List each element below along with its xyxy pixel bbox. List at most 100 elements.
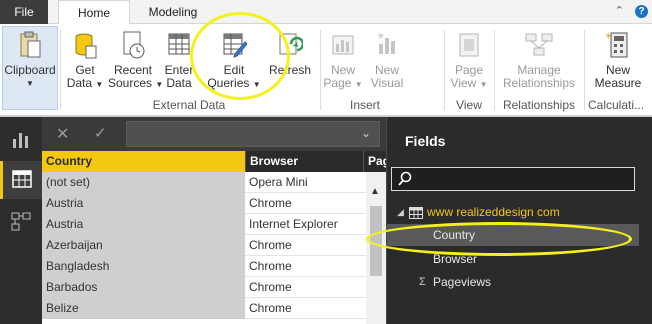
file-menu[interactable]: File	[0, 0, 48, 24]
table-row: Barbados Chrome	[42, 277, 386, 298]
chevron-down-icon: ▼	[252, 80, 261, 89]
collapse-ribbon-icon[interactable]: ⌃	[615, 5, 624, 17]
fields-title: Fields	[405, 133, 446, 149]
bar-chart-icon	[13, 133, 28, 148]
page-view-label-2: View	[450, 76, 477, 90]
scroll-up-icon[interactable]: ▲	[370, 186, 380, 197]
window-controls: ⌃ ?	[607, 4, 648, 18]
group-label-view: View	[456, 98, 482, 112]
table-grid-icon	[168, 33, 190, 55]
cell-browser[interactable]: Chrome	[245, 193, 363, 214]
column-header-browser[interactable]: Browser	[245, 151, 363, 172]
relationships-icon	[525, 33, 553, 56]
power-bi-window: File Home Modeling ⌃ ? Clipboard ▼ Get D…	[0, 0, 652, 324]
cell-browser[interactable]: Internet Explorer	[245, 214, 363, 235]
table-row: Belize Chrome	[42, 298, 386, 319]
cell-country[interactable]: Bangladesh	[42, 256, 245, 277]
tab-home[interactable]: Home	[58, 0, 130, 25]
refresh-button[interactable]: Refresh	[266, 28, 314, 98]
field-item-browser[interactable]: Browser	[387, 248, 639, 270]
recent-sources-label-2-wrap: Sources ▼	[108, 77, 163, 91]
cell-country[interactable]: Austria	[42, 214, 245, 235]
page-view-label-2-wrap: View ▼	[448, 77, 490, 91]
ribbon-separator	[444, 30, 445, 110]
new-measure-button[interactable]: ✳ New Measure	[588, 28, 648, 98]
clipboard-button-content[interactable]: Clipboard ▼	[2, 28, 58, 98]
tab-modeling[interactable]: Modeling	[138, 0, 208, 24]
new-visual-button[interactable]: ✳ New Visual	[366, 28, 408, 98]
chevron-down-icon[interactable]: ⌄	[361, 126, 371, 140]
cell-browser[interactable]: Opera Mini	[245, 172, 363, 193]
cell-country[interactable]: (not set)	[42, 172, 245, 193]
cell-country[interactable]: Azerbaijan	[42, 235, 245, 256]
column-header-pageviews[interactable]: Page	[363, 151, 386, 172]
enter-data-button[interactable]: Enter Data	[160, 28, 198, 98]
ribbon-separator	[494, 30, 495, 110]
group-label-calculations: Calculati...	[588, 98, 645, 112]
table-row: Austria Internet Explorer	[42, 214, 386, 235]
fields-pane: Fields ◢ www realizeddesign com Country …	[386, 117, 652, 324]
new-page-label-2: Page	[323, 76, 352, 90]
table-icon	[12, 170, 32, 188]
group-label-insert: Insert	[349, 98, 380, 112]
edit-queries-icon	[223, 33, 247, 58]
new-visual-label-2: Visual	[370, 76, 404, 90]
group-label-relationships: Relationships	[502, 98, 576, 112]
cell-browser[interactable]: Chrome	[245, 256, 363, 277]
report-view-button[interactable]	[0, 121, 42, 159]
calculator-icon: ✳	[605, 31, 628, 58]
page-view-button[interactable]: Page View ▼	[448, 28, 490, 98]
table-icon	[409, 207, 423, 219]
expand-caret-icon[interactable]: ◢	[397, 207, 404, 218]
new-page-icon	[332, 35, 354, 55]
commit-edit-icon[interactable]: ✓	[94, 124, 107, 142]
cell-browser[interactable]: Chrome	[245, 298, 363, 319]
cancel-edit-icon[interactable]: ✕	[56, 124, 69, 144]
cell-country[interactable]: Belize	[42, 298, 245, 319]
data-grid: Country Browser Page (not set) Opera Min…	[42, 151, 386, 324]
cell-country[interactable]: Austria	[42, 193, 245, 214]
refresh-icon	[279, 33, 303, 55]
chevron-down-icon: ▼	[354, 80, 363, 89]
help-icon[interactable]: ?	[635, 5, 648, 18]
formula-input[interactable]: ⌄	[126, 121, 380, 147]
svg-text:✳: ✳	[605, 31, 613, 41]
svg-text:✳: ✳	[377, 31, 385, 41]
recent-sources-icon	[123, 31, 145, 59]
manage-relationships-button[interactable]: Manage Relationships	[498, 28, 580, 98]
new-page-button[interactable]: New Page ▼	[322, 28, 364, 98]
ribbon: Clipboard ▼ Get Data ▼ Recent Sources ▼	[0, 24, 652, 116]
enter-data-label-2: Data	[166, 76, 192, 90]
table-row: Bangladesh Chrome	[42, 256, 386, 277]
table-row: (not set) Opera Mini	[42, 172, 386, 193]
menu-bar: File Home Modeling ⌃ ?	[0, 0, 652, 25]
cell-browser[interactable]: Chrome	[245, 235, 363, 256]
recent-sources-button[interactable]: Recent Sources ▼	[108, 28, 163, 98]
edit-queries-label-2: Queries	[207, 76, 250, 90]
new-measure-label-2: Measure	[594, 76, 642, 90]
column-header-country[interactable]: Country	[42, 151, 245, 172]
new-visual-icon: ✳	[377, 31, 395, 54]
clipboard-icon	[20, 31, 41, 58]
chevron-down-icon: ▼	[95, 80, 104, 89]
manage-relationships-label-2: Relationships	[502, 76, 576, 90]
field-item-country[interactable]: Country	[387, 224, 639, 246]
sigma-icon: Σ	[419, 276, 426, 288]
data-view-button[interactable]	[0, 161, 42, 199]
field-item-pageviews[interactable]: Σ Pageviews	[387, 271, 639, 293]
relationships-view-button[interactable]	[0, 203, 42, 241]
chevron-down-icon: ▼	[479, 80, 488, 89]
cell-browser[interactable]: Chrome	[245, 277, 363, 298]
table-row: Azerbaijan Chrome	[42, 235, 386, 256]
database-icon	[75, 33, 97, 59]
get-data-button[interactable]: Get Data ▼	[64, 28, 106, 98]
page-view-icon	[459, 33, 479, 57]
chevron-down-icon: ▼	[26, 79, 34, 88]
get-data-label-2: Data	[66, 76, 93, 90]
group-label-external-data: External Data	[152, 98, 226, 112]
edit-queries-button[interactable]: Edit Queries ▼	[206, 28, 262, 98]
fields-search-input[interactable]	[391, 167, 635, 191]
scrollbar-thumb[interactable]	[370, 206, 382, 276]
cell-country[interactable]: Barbados	[42, 277, 245, 298]
vertical-scrollbar[interactable]: ▲	[366, 172, 386, 324]
